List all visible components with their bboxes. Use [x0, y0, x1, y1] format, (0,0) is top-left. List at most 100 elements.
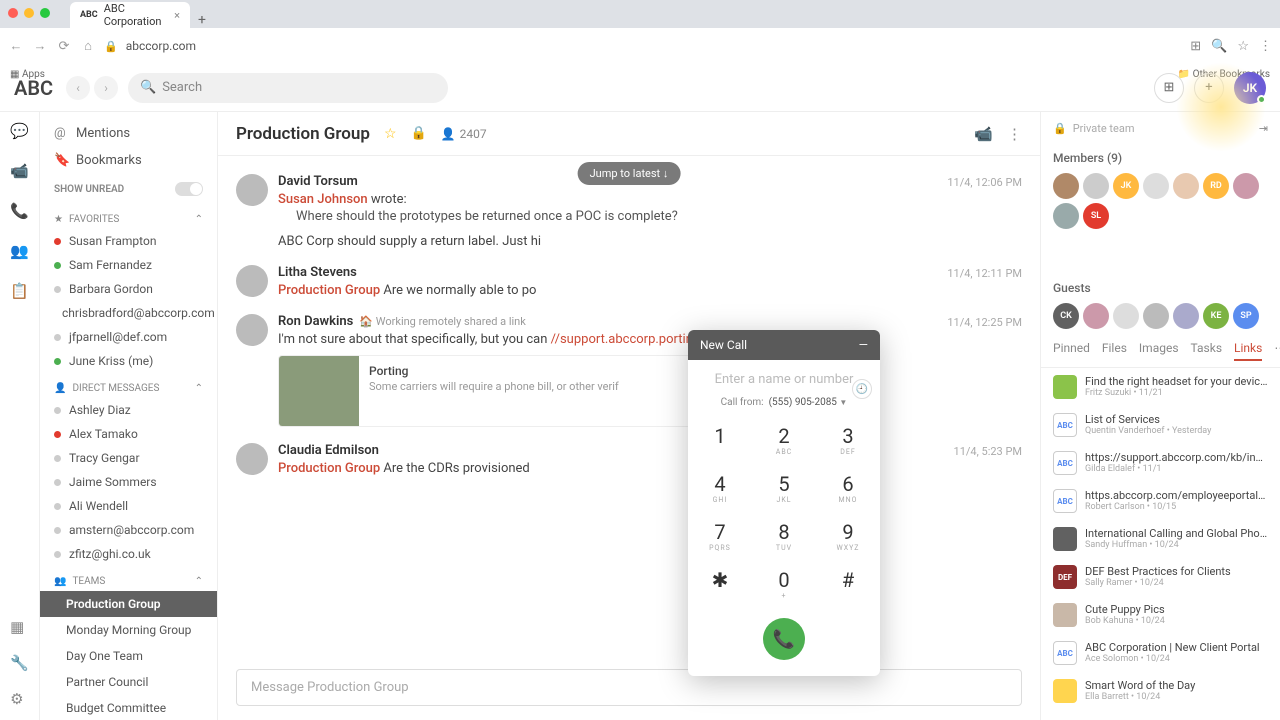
- person-item[interactable]: zfitz@ghi.co.uk: [40, 542, 217, 566]
- person-item[interactable]: Tracy Gengar: [40, 446, 217, 470]
- avatar[interactable]: [1113, 303, 1139, 329]
- team-item[interactable]: Budget Committee: [40, 695, 217, 720]
- link-item[interactable]: ABCABC Corporation | New Client PortalAc…: [1041, 634, 1280, 672]
- person-item[interactable]: Barbara Gordon: [40, 277, 217, 301]
- keypad-key[interactable]: 4GHI: [688, 464, 752, 512]
- favorite-star-icon[interactable]: ☆: [384, 126, 397, 142]
- keypad-key[interactable]: 2ABC: [752, 416, 816, 464]
- keypad-key[interactable]: 7PQRS: [688, 512, 752, 560]
- link-item[interactable]: International Calling and Global Phone..…: [1041, 520, 1280, 558]
- add-icon[interactable]: +: [1194, 73, 1224, 103]
- person-item[interactable]: chrisbradford@abccorp.com: [40, 301, 217, 325]
- extension-icon[interactable]: ⊞: [1190, 39, 1201, 54]
- nav-forward-icon[interactable]: ›: [94, 76, 118, 100]
- panel-tab[interactable]: Pinned: [1053, 341, 1090, 361]
- person-item[interactable]: amstern@abccorp.com: [40, 518, 217, 542]
- keypad-key[interactable]: 8TUV: [752, 512, 816, 560]
- keypad-key[interactable]: ✱: [688, 560, 752, 608]
- jump-to-latest-button[interactable]: Jump to latest ↓: [578, 162, 681, 185]
- message-author[interactable]: David Torsum: [278, 174, 358, 189]
- link-item[interactable]: Cute Puppy PicsBob Kahuna • 10/24: [1041, 596, 1280, 634]
- team-item[interactable]: Production Group: [40, 591, 217, 617]
- avatar[interactable]: JK: [1113, 173, 1139, 199]
- message-author[interactable]: Litha Stevens: [278, 265, 357, 280]
- avatar[interactable]: [1053, 173, 1079, 199]
- avatar[interactable]: SL: [1083, 203, 1109, 229]
- nav-back-icon[interactable]: ‹: [66, 76, 90, 100]
- dm-section[interactable]: 👤DIRECT MESSAGES⌃: [40, 373, 217, 398]
- window-controls[interactable]: [8, 8, 50, 18]
- person-item[interactable]: Susan Frampton: [40, 229, 217, 253]
- panel-tab[interactable]: Links: [1234, 341, 1262, 361]
- avatar[interactable]: [236, 443, 268, 475]
- avatar[interactable]: KE: [1203, 303, 1229, 329]
- forward-icon[interactable]: →: [32, 38, 48, 54]
- keypad-key[interactable]: 9WXYZ: [816, 512, 880, 560]
- keypad-key[interactable]: 5JKL: [752, 464, 816, 512]
- avatar[interactable]: [1173, 173, 1199, 199]
- apps-icon[interactable]: ▦: [10, 618, 29, 636]
- search-input[interactable]: 🔍 Search: [128, 73, 448, 103]
- chat-icon[interactable]: 💬: [10, 122, 29, 140]
- person-item[interactable]: Ali Wendell: [40, 494, 217, 518]
- panel-tab[interactable]: Images: [1139, 341, 1179, 361]
- person-item[interactable]: Alex Tamako: [40, 422, 217, 446]
- phone-icon[interactable]: 📞: [10, 202, 29, 220]
- tasks-icon[interactable]: 📋: [10, 282, 29, 300]
- settings-icon[interactable]: ⚙: [10, 690, 29, 708]
- video-call-icon[interactable]: 📹: [974, 125, 993, 143]
- avatar[interactable]: [1083, 303, 1109, 329]
- home-icon[interactable]: ⌂: [80, 38, 96, 54]
- favorites-section[interactable]: ★FAVORITES⌃: [40, 204, 217, 229]
- avatar[interactable]: [236, 174, 268, 206]
- video-icon[interactable]: 📹: [10, 162, 29, 180]
- avatar[interactable]: [1143, 303, 1169, 329]
- menu-icon[interactable]: ⋮: [1259, 39, 1272, 54]
- user-avatar[interactable]: JK: [1234, 72, 1266, 104]
- star-icon[interactable]: ☆: [1237, 39, 1249, 54]
- link-item[interactable]: ABChttps://support.abccorp.com/kb/index.…: [1041, 444, 1280, 482]
- contacts-icon[interactable]: 👥: [10, 242, 29, 260]
- avatar[interactable]: [1083, 173, 1109, 199]
- person-item[interactable]: Sam Fernandez: [40, 253, 217, 277]
- browser-tab[interactable]: ABC ABC Corporation ×: [70, 2, 190, 28]
- tools-icon[interactable]: 🔧: [10, 654, 29, 672]
- person-item[interactable]: Ashley Diaz: [40, 398, 217, 422]
- link-item[interactable]: Smart Word of the DayElla Barrett • 10/2…: [1041, 672, 1280, 710]
- avatar[interactable]: [1143, 173, 1169, 199]
- dialer-input[interactable]: Enter a name or number🕘: [688, 360, 880, 391]
- call-button[interactable]: 📞: [763, 618, 805, 660]
- more-icon[interactable]: ⋮: [1007, 125, 1022, 143]
- link-item[interactable]: DEFDEF Best Practices for ClientsSally R…: [1041, 558, 1280, 596]
- link-item[interactable]: ABChttps.abccorp.com/employeeportal/docs…: [1041, 482, 1280, 520]
- url-text[interactable]: abccorp.com: [126, 39, 1183, 53]
- team-item[interactable]: Monday Morning Group: [40, 617, 217, 643]
- bookmarks-nav[interactable]: 🔖Bookmarks: [40, 147, 217, 174]
- avatar[interactable]: [1233, 173, 1259, 199]
- keypad-key[interactable]: #: [816, 560, 880, 608]
- avatar[interactable]: CK: [1053, 303, 1079, 329]
- avatar[interactable]: [1053, 203, 1079, 229]
- reload-icon[interactable]: ⟳: [56, 39, 72, 54]
- person-item[interactable]: jfparnell@def.com: [40, 325, 217, 349]
- person-item[interactable]: Jaime Sommers: [40, 470, 217, 494]
- collapse-icon[interactable]: ⇥: [1259, 122, 1268, 135]
- close-tab-icon[interactable]: ×: [174, 9, 180, 22]
- person-item[interactable]: June Kriss (me): [40, 349, 217, 373]
- call-from-selector[interactable]: Call from: (555) 905-2085 ▼: [688, 391, 880, 416]
- member-count[interactable]: 👤2407: [441, 127, 487, 141]
- panel-tab[interactable]: Files: [1102, 341, 1127, 361]
- panel-tab[interactable]: Tasks: [1191, 341, 1223, 361]
- minimize-icon[interactable]: —: [859, 338, 868, 352]
- recent-icon[interactable]: 🕘: [852, 379, 872, 399]
- keypad-key[interactable]: 6MNO: [816, 464, 880, 512]
- mentions-nav[interactable]: @Mentions: [40, 120, 217, 147]
- message-author[interactable]: Ron Dawkins: [278, 314, 353, 329]
- avatar[interactable]: [236, 265, 268, 297]
- teams-section[interactable]: 👥TEAMS⌃: [40, 566, 217, 591]
- link-item[interactable]: ABCList of ServicesQuentin Vanderhoef • …: [1041, 406, 1280, 444]
- message-composer[interactable]: Message Production Group: [236, 669, 1022, 706]
- message-author[interactable]: Claudia Edmilson: [278, 443, 379, 458]
- avatar[interactable]: [1173, 303, 1199, 329]
- link-item[interactable]: Find the right headset for your device w…: [1041, 368, 1280, 406]
